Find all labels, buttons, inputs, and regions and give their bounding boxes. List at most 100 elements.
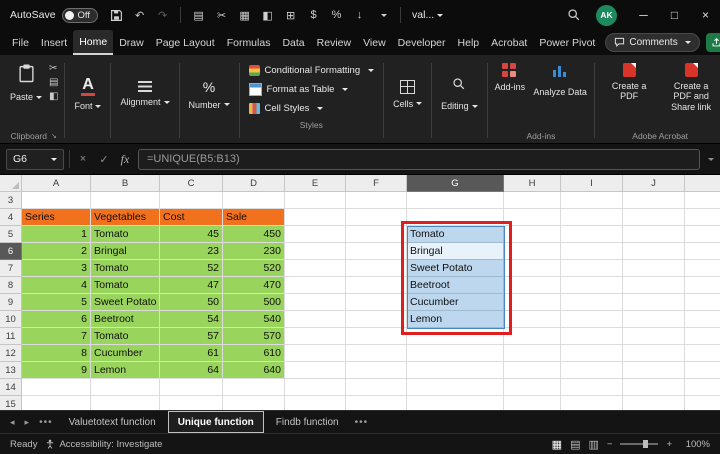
col-header-D[interactable]: D [223, 175, 285, 192]
create-pdf-share-button[interactable]: Create a PDF and Share link [660, 57, 720, 129]
cell-E6[interactable] [285, 243, 346, 260]
row-header-12[interactable]: 12 [0, 345, 22, 362]
conditional-formatting-button[interactable]: Conditional Formatting [245, 61, 379, 80]
cell-E13[interactable] [285, 362, 346, 379]
clipboard-dialog-launcher-icon[interactable]: ↘ [51, 132, 57, 140]
page-break-view-icon[interactable]: ▥ [588, 438, 598, 451]
create-pdf-button[interactable]: Create a PDF [598, 57, 660, 129]
cell-J4[interactable] [623, 209, 685, 226]
cell-J6[interactable] [623, 243, 685, 260]
cell-J14[interactable] [623, 379, 685, 396]
paste-button[interactable]: Paste [6, 57, 46, 129]
font-group-button[interactable]: A Font [68, 57, 107, 143]
accessibility-status[interactable]: Accessibility: Investigate [45, 439, 162, 450]
cell-B3[interactable] [91, 192, 160, 209]
cell-D13[interactable]: 640 [223, 362, 285, 379]
cell-J8[interactable] [623, 277, 685, 294]
autosave-toggle[interactable]: Off [61, 7, 99, 23]
cell-E12[interactable] [285, 345, 346, 362]
cell-B15[interactable] [91, 396, 160, 410]
row-header-15[interactable]: 15 [0, 396, 22, 410]
sheet-tab-valuetotext-function[interactable]: Valuetotext function [59, 411, 166, 433]
cell-partial10[interactable] [685, 311, 720, 328]
cell-H7[interactable] [504, 260, 561, 277]
cell-H15[interactable] [504, 396, 561, 410]
formula-input[interactable]: =UNIQUE(B5:B13) [138, 148, 700, 170]
cell-E9[interactable] [285, 294, 346, 311]
cell-A5[interactable]: 1 [22, 226, 91, 243]
cell-A3[interactable] [22, 192, 91, 209]
cell-F6[interactable] [346, 243, 407, 260]
cell-I13[interactable] [561, 362, 623, 379]
row-header-11[interactable]: 11 [0, 328, 22, 345]
cell-styles-button[interactable]: Cell Styles [245, 99, 379, 118]
cell-J12[interactable] [623, 345, 685, 362]
sheet-more-left[interactable]: ••• [35, 411, 57, 433]
cell-B6[interactable]: Bringal [91, 243, 160, 260]
col-header-F[interactable]: F [346, 175, 407, 192]
cell-I10[interactable] [561, 311, 623, 328]
menu-tab-insert[interactable]: Insert [35, 30, 73, 55]
cell-D7[interactable]: 520 [223, 260, 285, 277]
cell-I3[interactable] [561, 192, 623, 209]
cell-D11[interactable]: 570 [223, 328, 285, 345]
cell-B9[interactable]: Sweet Potato [91, 294, 160, 311]
cell-H8[interactable] [504, 277, 561, 294]
cell-G12[interactable] [407, 345, 504, 362]
percent-icon[interactable]: % [326, 4, 347, 26]
cell-J5[interactable] [623, 226, 685, 243]
cell-partial8[interactable] [685, 277, 720, 294]
cell-I5[interactable] [561, 226, 623, 243]
cell-C6[interactable]: 23 [160, 243, 223, 260]
alignment-group-button[interactable]: Alignment [114, 57, 175, 143]
undo-icon[interactable]: ↶ [129, 4, 150, 26]
cell-J7[interactable] [623, 260, 685, 277]
cell-H10[interactable] [504, 311, 561, 328]
cell-E7[interactable] [285, 260, 346, 277]
cell-F10[interactable] [346, 311, 407, 328]
cell-D4[interactable]: Sale [223, 209, 285, 226]
cell-J10[interactable] [623, 311, 685, 328]
cell-I4[interactable] [561, 209, 623, 226]
cell-C10[interactable]: 54 [160, 311, 223, 328]
cell-B14[interactable] [91, 379, 160, 396]
cell-B5[interactable]: Tomato [91, 226, 160, 243]
cell-H11[interactable] [504, 328, 561, 345]
cell-A14[interactable] [22, 379, 91, 396]
zoom-level[interactable]: 100% [680, 439, 710, 450]
enter-icon[interactable]: ✓ [96, 153, 112, 166]
col-header-partial[interactable] [685, 175, 720, 192]
cell-H9[interactable] [504, 294, 561, 311]
cell-G14[interactable] [407, 379, 504, 396]
zoom-in-icon[interactable]: + [666, 439, 672, 450]
col-header-C[interactable]: C [160, 175, 223, 192]
col-header-B[interactable]: B [91, 175, 160, 192]
comments-button[interactable]: Comments [605, 33, 700, 52]
cell-C11[interactable]: 57 [160, 328, 223, 345]
menu-tab-view[interactable]: View [357, 30, 392, 55]
cell-A6[interactable]: 2 [22, 243, 91, 260]
cell-I7[interactable] [561, 260, 623, 277]
editing-group-button[interactable]: Editing [435, 57, 484, 143]
cell-B4[interactable]: Vegetables [91, 209, 160, 226]
col-header-A[interactable]: A [22, 175, 91, 192]
cell-G13[interactable] [407, 362, 504, 379]
cell-J15[interactable] [623, 396, 685, 410]
borders-icon[interactable]: ⊞ [280, 4, 301, 26]
cell-partial12[interactable] [685, 345, 720, 362]
col-header-J[interactable]: J [623, 175, 685, 192]
format-as-table-button[interactable]: Format as Table [245, 80, 379, 99]
redo-icon[interactable]: ↷ [152, 4, 173, 26]
page-layout-view-icon[interactable]: ▤ [570, 438, 580, 451]
cell-A9[interactable]: 5 [22, 294, 91, 311]
cell-E15[interactable] [285, 396, 346, 410]
cell-C5[interactable]: 45 [160, 226, 223, 243]
cell-J3[interactable] [623, 192, 685, 209]
cell-F4[interactable] [346, 209, 407, 226]
cell-I6[interactable] [561, 243, 623, 260]
cell-E10[interactable] [285, 311, 346, 328]
sheet-more-right[interactable]: ••• [351, 411, 373, 433]
close-button[interactable]: × [691, 0, 720, 30]
cell-A8[interactable]: 4 [22, 277, 91, 294]
menu-tab-developer[interactable]: Developer [392, 30, 452, 55]
